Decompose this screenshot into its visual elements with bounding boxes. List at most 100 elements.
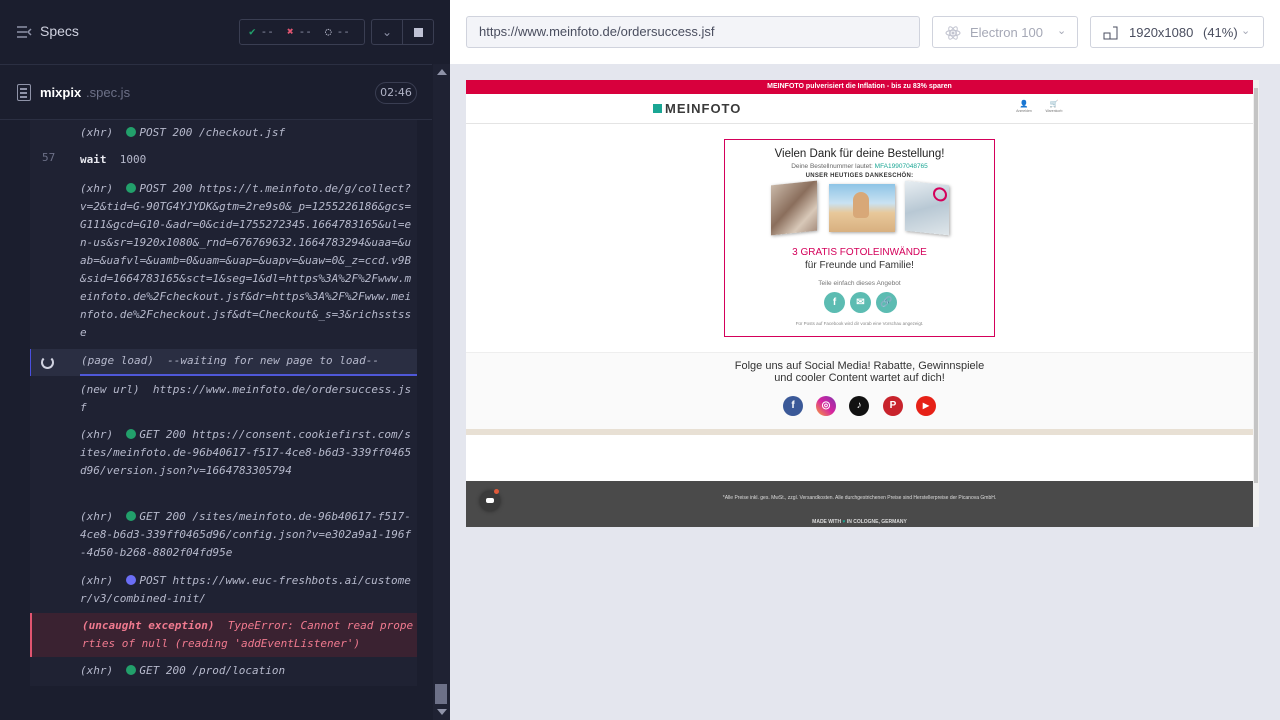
status-dot-icon — [126, 511, 137, 521]
aut-toolbar: https://www.meinfoto.de/ordersuccess.jsf… — [450, 0, 1280, 64]
chevron-down-icon: ⌄ — [1241, 25, 1251, 37]
pending-stat: ◌ -- — [325, 25, 350, 38]
instagram-icon: ◎ — [821, 400, 831, 411]
loading-spinner-icon — [41, 356, 54, 369]
viewport-select[interactable]: 1920x1080 (41%) ⌄ — [1090, 16, 1264, 48]
zoom-level: (41%) — [1203, 25, 1238, 40]
share-facebook-button[interactable]: f — [824, 292, 845, 313]
tiktok-icon: ♪ — [856, 400, 862, 411]
facebook-icon: f — [791, 400, 795, 411]
passed-count: -- — [260, 25, 274, 38]
offer-subline: für Freunde und Familie! — [805, 260, 914, 271]
browser-select[interactable]: Electron 100 ⌄ — [932, 16, 1078, 48]
command-arg: 1000 — [119, 153, 147, 166]
chevron-down-button[interactable]: ⌄ — [371, 19, 403, 45]
order-number: MFA19907048765 — [874, 163, 928, 170]
site-footer: *Alle Preise inkl. ges. MwSt., zzgl. Ver… — [466, 481, 1253, 527]
offer-headline: 3 GRATIS FOTOLEINWÄNDE — [792, 247, 927, 258]
run-duration: 02:46 — [375, 82, 417, 104]
log-entry-page-load[interactable]: (page load) --waiting for new page to lo… — [30, 349, 417, 376]
tiktok-link[interactable]: ♪ — [849, 396, 869, 416]
entry-prefix: (xhr) — [80, 574, 114, 587]
scroll-up-icon[interactable] — [437, 69, 447, 75]
entry-prefix: (uncaught exception) — [82, 619, 215, 632]
youtube-link[interactable]: ▶ — [916, 396, 936, 416]
logo-text: MEINFOTO — [665, 101, 742, 116]
status-dot-icon — [126, 429, 137, 439]
gift-heading: UNSER HEUTIGES DANKESCHÖN: — [805, 173, 914, 179]
viewport-icon — [1103, 26, 1118, 40]
entry-text: POST 200 /checkout.jsf — [139, 126, 286, 139]
site-logo[interactable]: MEINFOTO — [653, 101, 741, 116]
reporter-panel: Specs ✔ -- ✖ -- ◌ -- ⌄ mixpix .spec.js 02:4… — [0, 0, 450, 720]
share-note: Für Posts auf Facebook wird dir vorab ei… — [795, 321, 924, 326]
order-label: Deine Bestellnummer lautet: — [791, 163, 873, 170]
entry-prefix: (xhr) — [80, 182, 114, 195]
spec-file-ext: .spec.js — [86, 85, 131, 100]
logo-square-icon — [653, 104, 662, 113]
pending-dot-icon — [126, 575, 137, 585]
canvas-photo-3 — [905, 180, 949, 236]
aut-panel: https://www.meinfoto.de/ordersuccess.jsf… — [450, 0, 1280, 720]
specs-header: Specs ✔ -- ✖ -- ◌ -- ⌄ — [0, 0, 450, 64]
status-dot-icon — [126, 127, 137, 137]
entry-prefix: (xhr) — [80, 126, 114, 139]
log-entry[interactable]: (xhr) POST https://www.euc-freshbots.ai/… — [30, 572, 417, 610]
log-entry[interactable]: (xhr) POST 200 https://t.meinfoto.de/g/c… — [30, 180, 417, 345]
promo-banner[interactable]: MEINFOTO pulverisiert die Inflation - bi… — [466, 80, 1253, 94]
stats-box: ✔ -- ✖ -- ◌ -- — [239, 19, 365, 45]
mail-icon: ✉ — [856, 297, 865, 308]
entry-prefix: (xhr) — [80, 664, 114, 677]
browser-label: Electron 100 — [970, 25, 1043, 40]
log-entry[interactable]: (xhr) GET 200 /prod/location — [30, 662, 417, 682]
cart-label: Warenkorb — [1045, 109, 1063, 113]
check-icon: ✔ — [249, 25, 256, 38]
entry-text: GET 200 /prod/location — [139, 664, 286, 677]
pending-icon: ◌ — [325, 25, 332, 38]
chevron-down-icon: ⌄ — [381, 25, 393, 39]
preview-scrollbar-thumb[interactable] — [1254, 88, 1258, 483]
made-suffix: IN COLOGNE, GERMANY — [846, 519, 907, 525]
spec-file-name: mixpix — [40, 85, 82, 100]
share-email-button[interactable]: ✉ — [850, 292, 871, 313]
entry-text: POST 200 https://t.meinfoto.de/g/collect… — [80, 182, 412, 339]
made-prefix: MADE WITH — [812, 519, 842, 525]
log-entry-new-url[interactable]: (new url) https://www.meinfoto.de/orders… — [30, 381, 417, 419]
youtube-icon: ▶ — [922, 401, 930, 410]
preview-scrollbar[interactable] — [1253, 80, 1259, 527]
site-header: MEINFOTO 👤 Anmelden 🛒 Warenkorb — [466, 94, 1253, 124]
log-entry-exception[interactable]: (uncaught exception) TypeError: Cannot r… — [30, 613, 417, 657]
passed-stat: ✔ -- — [249, 25, 274, 38]
specs-title: Specs — [40, 23, 79, 39]
command-name: wait — [80, 153, 107, 166]
made-in-line: MADE WITH ♥ IN COLOGNE, GERMANY — [466, 519, 1253, 525]
log-entry[interactable]: (xhr) GET 200 /sites/meinfoto.de-96b4061… — [30, 508, 417, 564]
url-bar[interactable]: https://www.meinfoto.de/ordersuccess.jsf — [466, 16, 920, 48]
scroll-down-icon[interactable] — [437, 709, 447, 715]
heart-icon: ♥ — [842, 519, 846, 525]
cart-link[interactable]: 🛒 Warenkorb — [1042, 100, 1066, 113]
chat-icon[interactable] — [480, 489, 500, 511]
pinterest-link[interactable]: P — [883, 396, 903, 416]
failed-stat: ✖ -- — [287, 25, 312, 38]
spec-file-bar[interactable]: mixpix .spec.js 02:46 — [0, 64, 432, 120]
scrollbar-thumb[interactable] — [435, 684, 447, 704]
stop-button[interactable] — [402, 19, 434, 45]
menu-toggle-icon[interactable] — [16, 24, 32, 40]
canvas-photo-1 — [771, 180, 817, 236]
social-section: Folge uns auf Social Media! Rabatte, Gew… — [466, 352, 1253, 434]
log-entry-wait[interactable]: 57 wait 1000 — [30, 151, 417, 171]
pinterest-icon: P — [889, 400, 897, 411]
account-link[interactable]: 👤 Anmelden — [1012, 100, 1036, 113]
log-entry[interactable]: (xhr) GET 200 https://consent.cookiefirs… — [30, 426, 417, 502]
share-label: Teile einfach dieses Angebot — [818, 280, 901, 287]
social-title-line-2: und cooler Content wartet auf dich! — [774, 372, 945, 384]
log-scrollbar[interactable] — [433, 64, 450, 720]
thanks-title: Vielen Dank für deine Bestellung! — [774, 148, 945, 160]
share-link-button[interactable]: 🔗 — [876, 292, 897, 313]
log-entry[interactable]: (xhr) POST 200 /checkout.jsf — [30, 124, 417, 144]
status-dot-icon — [126, 665, 137, 675]
facebook-link[interactable]: f — [783, 396, 803, 416]
line-number: 57 — [42, 151, 56, 164]
instagram-link[interactable]: ◎ — [816, 396, 836, 416]
